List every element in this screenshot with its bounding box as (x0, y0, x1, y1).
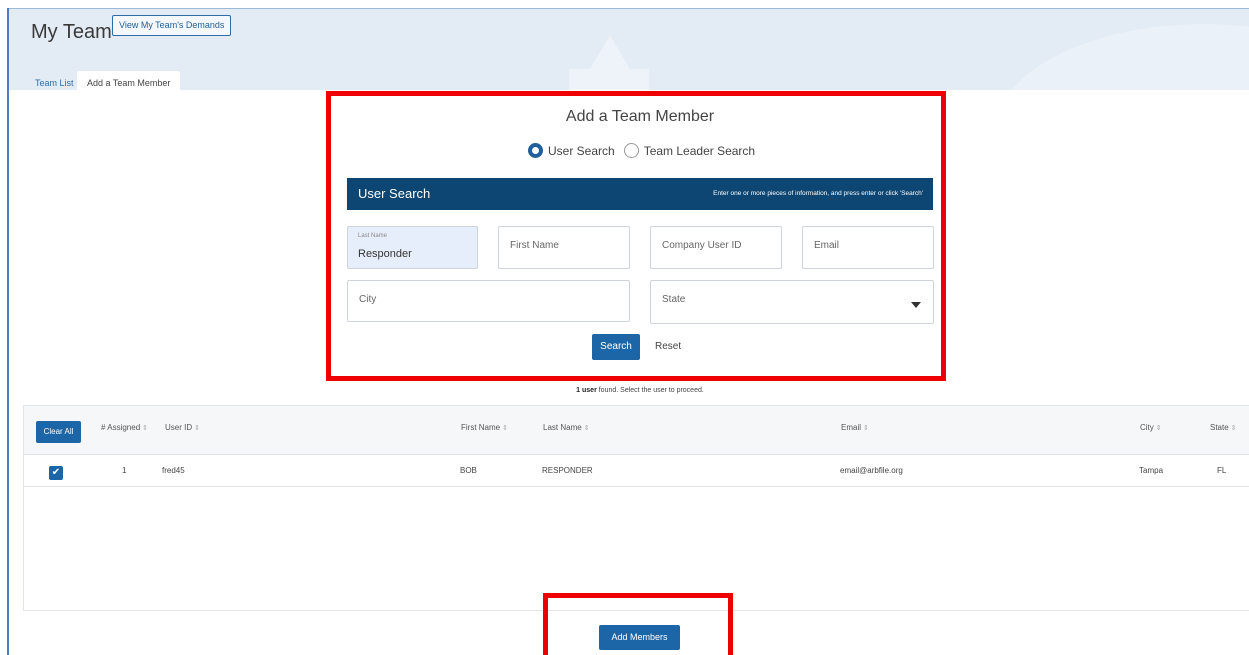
sort-icon[interactable]: ⇕ (194, 425, 200, 432)
results-suffix: found. Select the user to proceed. (596, 387, 704, 394)
highlight-box-add-members (543, 593, 733, 655)
view-team-demands-button[interactable]: View My Team's Demands (112, 15, 232, 36)
cell-assigned: 1 (122, 466, 127, 475)
header-decoration (994, 24, 1249, 90)
table-header: Clear All # Assigned ⇕ User ID ⇕ First Nam… (24, 406, 1249, 455)
sort-icon[interactable]: ⇕ (863, 425, 869, 432)
column-header-city[interactable]: City ⇕ (1140, 423, 1162, 432)
column-header-email[interactable]: Email ⇕ (841, 423, 869, 432)
column-header-email-label: Email (841, 423, 862, 432)
column-header-last-name[interactable]: Last Name ⇕ (543, 423, 590, 432)
cell-user-id: fred45 (162, 466, 185, 475)
page-title: My Team (31, 21, 112, 43)
column-header-assigned[interactable]: # Assigned ⇕ (101, 423, 148, 432)
column-header-city-label: City (1140, 423, 1154, 432)
cell-state: FL (1217, 466, 1227, 475)
header-decoration (569, 69, 649, 90)
column-header-assigned-label: # Assigned (101, 423, 141, 432)
cell-email: email@arbfile.org (840, 466, 903, 475)
highlight-box-form (326, 91, 946, 381)
column-header-state[interactable]: State ⇕ (1210, 423, 1237, 432)
column-header-last-name-label: Last Name (543, 423, 582, 432)
sort-icon[interactable]: ⇕ (142, 425, 148, 432)
sort-icon[interactable]: ⇕ (502, 425, 508, 432)
results-table: Clear All # Assigned ⇕ User ID ⇕ First Nam… (23, 405, 1249, 611)
tab-team-list[interactable]: Team List (25, 71, 84, 90)
checkmark-icon: ✔ (51, 467, 61, 478)
sort-icon[interactable]: ⇕ (1231, 425, 1237, 432)
column-header-first-name-label: First Name (461, 423, 501, 432)
row-checkbox[interactable]: ✔ (49, 466, 63, 480)
column-header-user-id[interactable]: User ID ⇕ (165, 423, 200, 432)
sort-icon[interactable]: ⇕ (584, 425, 590, 432)
tab-add-team-member[interactable]: Add a Team Member (77, 71, 181, 90)
column-header-first-name[interactable]: First Name ⇕ (461, 423, 508, 432)
results-count: 1 user (576, 387, 597, 394)
cell-last-name: RESPONDER (542, 466, 593, 475)
sort-icon[interactable]: ⇕ (1156, 425, 1162, 432)
table-row[interactable]: ✔ 1 fred45 BOB RESPONDER email@arbfile.o… (24, 456, 1249, 487)
column-header-user-id-label: User ID (165, 423, 193, 432)
cell-first-name: BOB (460, 466, 477, 475)
column-header-state-label: State (1210, 423, 1229, 432)
frame-left-border (7, 8, 9, 655)
page-header: My Team View My Team's Demands Team List… (9, 9, 1249, 90)
clear-all-button[interactable]: Clear All (36, 421, 81, 443)
results-count-text: 1 user found. Select the user to proceed… (336, 387, 944, 394)
cell-city: Tampa (1139, 466, 1164, 475)
